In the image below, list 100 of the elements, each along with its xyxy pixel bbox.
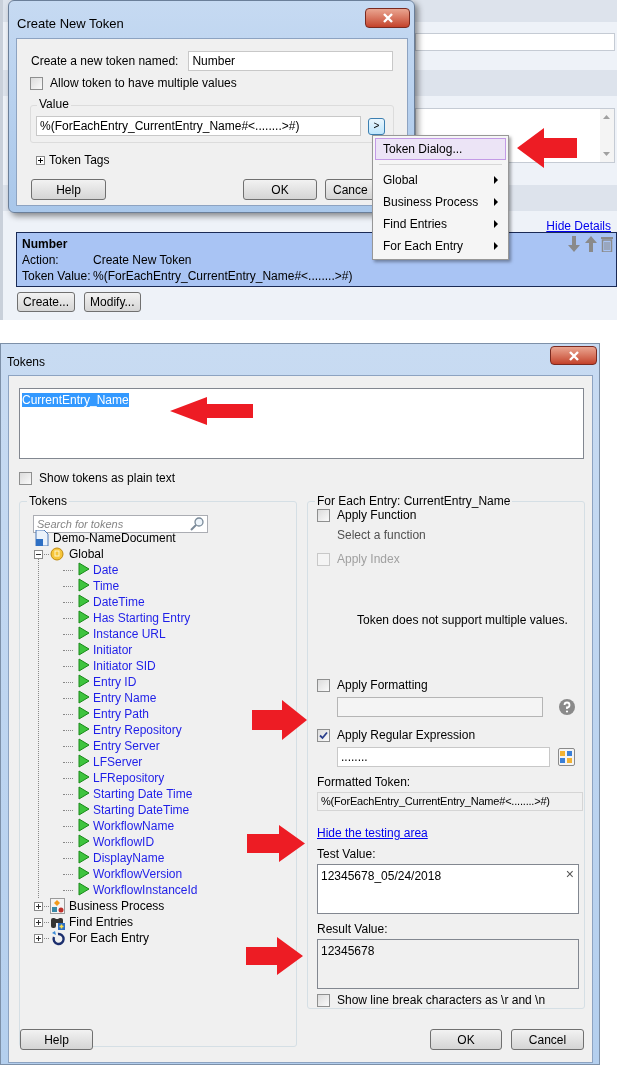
tree-item[interactable]: WorkflowName xyxy=(93,818,175,834)
tree-item[interactable]: Date xyxy=(93,562,119,578)
tree-item[interactable]: Business Process xyxy=(69,898,165,914)
hide-details-link[interactable]: Hide Details xyxy=(546,217,611,235)
tree-item[interactable]: LFRepository xyxy=(93,770,165,786)
up-arrow-icon xyxy=(584,236,598,252)
value-field[interactable]: %(ForEachEntry_CurrentEntry_Name#<........>#) xyxy=(36,116,361,136)
menu-item[interactable]: Token Dialog... xyxy=(375,138,506,160)
tree-item[interactable]: WorkflowID xyxy=(93,834,155,850)
tree-item[interactable]: WorkflowVersion xyxy=(93,866,183,882)
tree-item[interactable]: Entry ID xyxy=(93,674,137,690)
test-value-field[interactable]: 12345678_05/24/2018 × xyxy=(317,864,579,915)
tree-item[interactable]: WorkflowInstanceId xyxy=(93,882,198,898)
grid-button[interactable] xyxy=(557,748,575,766)
dialog-title: Tokens xyxy=(7,354,46,371)
play-triangle-icon xyxy=(77,882,90,898)
play-triangle-icon xyxy=(77,818,90,834)
token-name: Number xyxy=(22,236,68,252)
close-icon xyxy=(568,350,579,361)
checkbox-label: Apply Index xyxy=(337,551,400,568)
close-button[interactable] xyxy=(365,8,410,28)
clear-button[interactable]: × xyxy=(565,866,574,882)
play-triangle-icon xyxy=(77,626,90,642)
group-label: Value xyxy=(37,97,71,111)
play-triangle-icon xyxy=(77,562,90,578)
coin-icon xyxy=(50,546,66,562)
play-triangle-icon xyxy=(77,706,90,722)
play-triangle-icon xyxy=(77,770,90,786)
tree-item[interactable]: Instance URL xyxy=(93,626,166,642)
dialog-button[interactable]: Cancel xyxy=(511,1029,584,1050)
tree-item[interactable]: DateTime xyxy=(93,594,145,610)
checkbox[interactable] xyxy=(30,76,43,90)
tree-item[interactable]: Starting Date Time xyxy=(93,786,193,802)
text-field[interactable] xyxy=(415,33,615,51)
group-label: For Each Entry: CurrentEntry_Name xyxy=(315,494,513,508)
play-triangle-icon xyxy=(77,722,90,738)
submenu-arrow-icon xyxy=(494,242,498,250)
tree-item[interactable]: Entry Path xyxy=(93,706,150,722)
regex-field[interactable]: ........ xyxy=(337,747,550,767)
tree-item[interactable]: Global xyxy=(69,546,104,562)
play-triangle-icon xyxy=(77,850,90,866)
expand-icon[interactable] xyxy=(34,917,43,927)
tree-item[interactable]: Entry Name xyxy=(93,690,157,706)
submenu-arrow-icon xyxy=(494,198,498,206)
play-triangle-icon xyxy=(77,642,90,658)
menu-item[interactable]: Find Entries xyxy=(375,213,506,235)
tree-item[interactable]: For Each Entry xyxy=(69,930,150,946)
tree-item[interactable]: Find Entries xyxy=(69,914,134,930)
section-toggle[interactable]: Token Tags xyxy=(49,151,110,169)
tree-item[interactable]: Time xyxy=(93,578,120,594)
checkbox-label: Show line break characters as \r and \n xyxy=(337,992,546,1009)
dialog-button[interactable]: OK xyxy=(243,179,317,200)
tree-item[interactable]: Starting DateTime xyxy=(93,802,190,818)
field-label: Test Value: xyxy=(317,846,376,863)
collapse-icon[interactable] xyxy=(34,549,43,559)
action-button[interactable]: Create... xyxy=(17,292,76,312)
close-button[interactable] xyxy=(550,346,597,365)
play-triangle-icon xyxy=(77,834,90,850)
tree-item[interactable]: Initiator xyxy=(93,642,133,658)
tree-item[interactable]: LFServer xyxy=(93,754,143,770)
action-button[interactable]: Modify... xyxy=(84,292,141,312)
checkbox[interactable] xyxy=(317,993,330,1007)
dialog-button[interactable]: OK xyxy=(430,1029,502,1050)
play-triangle-icon xyxy=(77,578,90,594)
search-icon xyxy=(190,517,204,531)
checkbox[interactable] xyxy=(317,728,330,742)
test-value: 12345678_05/24/2018 xyxy=(321,868,442,885)
checkbox[interactable] xyxy=(317,678,330,692)
checkbox[interactable] xyxy=(317,508,330,522)
process-icon xyxy=(50,898,66,914)
tree-item[interactable]: DisplayName xyxy=(93,850,165,866)
expand-icon[interactable] xyxy=(34,901,43,911)
picker-button[interactable]: > xyxy=(368,117,385,135)
scroll-down-icon xyxy=(603,152,610,156)
name-field[interactable]: Number xyxy=(188,51,393,71)
menu-item[interactable]: For Each Entry xyxy=(375,235,506,257)
dialog-title: Create New Token xyxy=(17,15,124,33)
testing-area-link[interactable]: Hide the testing area xyxy=(317,824,428,842)
dialog-button[interactable]: Help xyxy=(20,1029,93,1050)
scrollbar[interactable] xyxy=(600,109,614,162)
loop-arrow-icon xyxy=(50,930,66,946)
checkbox-label: Apply Regular Expression xyxy=(337,727,476,744)
play-triangle-icon xyxy=(77,786,90,802)
arrow-annotation xyxy=(517,128,577,168)
checkbox-label: Allow token to have multiple values xyxy=(50,75,237,92)
play-triangle-icon xyxy=(77,594,90,610)
tree-item[interactable]: Entry Server xyxy=(93,738,160,754)
field-value: %(ForEachEntry_CurrentEntry_Name#<........>#) xyxy=(93,268,353,284)
checkbox[interactable] xyxy=(19,471,32,485)
submenu-arrow-icon xyxy=(494,220,498,228)
tree-item[interactable]: Initiator SID xyxy=(93,658,156,674)
dialog-button[interactable]: Help xyxy=(31,179,106,200)
expand-icon[interactable] xyxy=(34,933,43,943)
tree-item[interactable]: Entry Repository xyxy=(93,722,182,738)
play-triangle-icon xyxy=(77,610,90,626)
info-message: Token does not support multiple values. xyxy=(357,612,568,629)
expression-text: CurrentEntry_Name xyxy=(22,393,129,407)
tree-item[interactable]: Has Starting Entry xyxy=(93,610,191,626)
tree-item[interactable]: Demo-NameDocument xyxy=(53,530,176,546)
down-arrow-icon xyxy=(567,236,581,252)
